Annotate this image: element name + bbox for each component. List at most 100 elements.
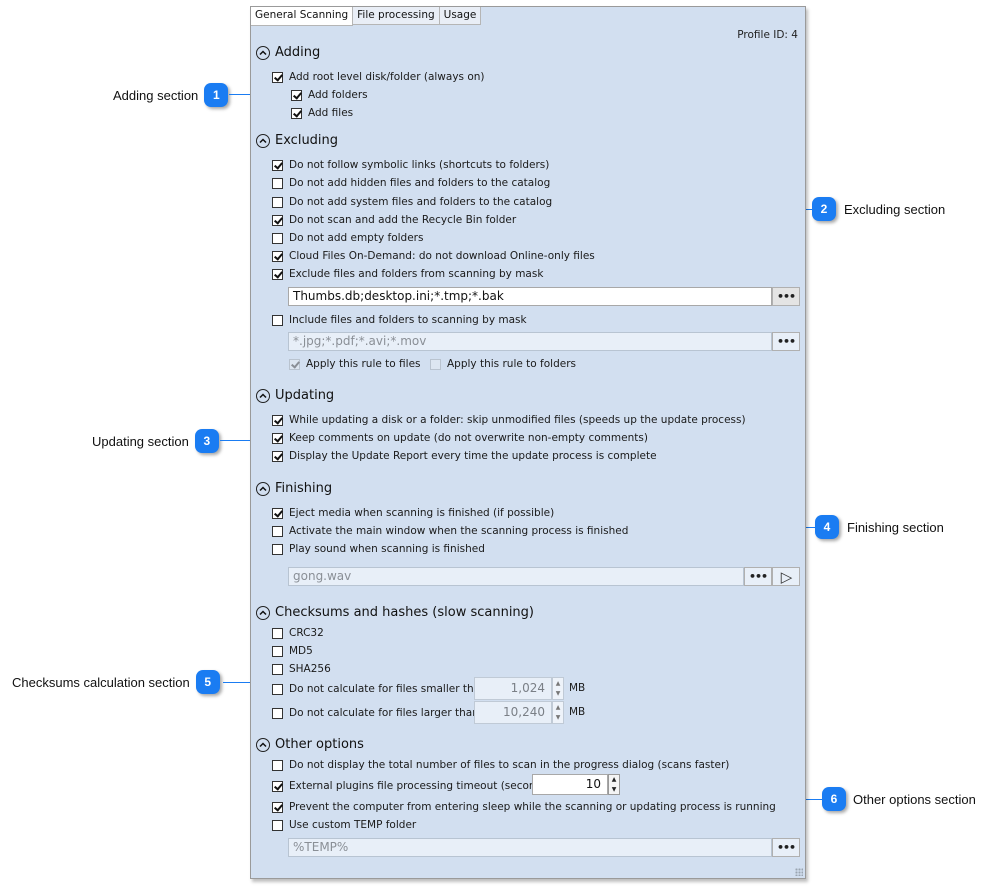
checkbox-no-recycle-bin[interactable]: Do not scan and add the Recycle Bin fold… — [272, 214, 516, 226]
section-adding-header[interactable]: Adding — [256, 45, 320, 60]
checkbox-icon[interactable] — [272, 414, 283, 426]
checkbox-icon[interactable] — [272, 759, 283, 771]
section-excluding-header[interactable]: Excluding — [256, 133, 338, 148]
checkbox-cloud-files[interactable]: Cloud Files On-Demand: do not download O… — [272, 250, 595, 262]
checkbox-smaller-than[interactable]: Do not calculate for files smaller than: — [272, 683, 490, 695]
checkbox-icon[interactable] — [272, 543, 283, 555]
checkbox-icon[interactable] — [272, 159, 283, 171]
sound-browse-button[interactable]: ••• — [744, 567, 772, 586]
timeout-spinner[interactable]: ▲ ▼ — [608, 774, 620, 795]
smaller-than-input[interactable]: 1,024 — [474, 677, 552, 700]
spin-up-icon[interactable]: ▲ — [553, 702, 563, 713]
checkbox-apply-folders[interactable]: Apply this rule to folders — [430, 358, 576, 370]
checkbox-icon[interactable] — [291, 89, 302, 101]
resize-grip-icon[interactable] — [795, 868, 803, 876]
checkbox-icon[interactable] — [272, 432, 283, 444]
checkbox-eject-media[interactable]: Eject media when scanning is finished (i… — [272, 507, 554, 519]
timeout-input[interactable]: 10 — [532, 774, 608, 795]
collapse-chevron-icon[interactable] — [256, 605, 270, 620]
play-sound-button[interactable]: ▷ — [772, 567, 800, 586]
checkbox-update-report[interactable]: Display the Update Report every time the… — [272, 450, 657, 462]
checkbox-no-hidden[interactable]: Do not add hidden files and folders to t… — [272, 177, 550, 189]
callout-badge: 1 — [204, 83, 229, 107]
checkbox-icon[interactable] — [272, 663, 283, 675]
checkbox-icon[interactable] — [272, 525, 283, 537]
collapse-chevron-icon[interactable] — [256, 737, 270, 752]
include-mask-input[interactable]: *.jpg;*.pdf;*.avi;*.mov — [288, 332, 772, 351]
spin-up-icon[interactable]: ▲ — [609, 775, 619, 785]
spin-down-icon[interactable]: ▼ — [553, 713, 563, 724]
checkbox-prevent-sleep[interactable]: Prevent the computer from entering sleep… — [272, 801, 776, 813]
tab-general-scanning[interactable]: General Scanning — [251, 7, 354, 26]
checkbox-icon[interactable] — [272, 214, 283, 226]
section-checksums-header[interactable]: Checksums and hashes (slow scanning) — [256, 605, 534, 620]
collapse-chevron-icon[interactable] — [256, 388, 270, 403]
checkbox-icon[interactable] — [272, 177, 283, 189]
checkbox-skip-unmodified[interactable]: While updating a disk or a folder: skip … — [272, 414, 746, 426]
checkbox-icon[interactable] — [272, 314, 283, 326]
section-updating-header[interactable]: Updating — [256, 388, 334, 403]
checkbox-custom-temp[interactable]: Use custom TEMP folder — [272, 819, 416, 831]
sound-file-input[interactable]: gong.wav — [288, 567, 744, 586]
checkbox-add-root[interactable]: Add root level disk/folder (always on) — [272, 71, 485, 83]
checkbox-play-sound[interactable]: Play sound when scanning is finished — [272, 543, 485, 555]
checkbox-icon[interactable] — [272, 707, 283, 719]
collapse-chevron-icon[interactable] — [256, 481, 270, 496]
checkbox-no-symlinks[interactable]: Do not follow symbolic links (shortcuts … — [272, 159, 549, 171]
spin-up-icon[interactable]: ▲ — [553, 678, 563, 689]
checkbox-include-mask[interactable]: Include files and folders to scanning by… — [272, 314, 527, 326]
checkbox-icon[interactable] — [291, 107, 302, 119]
checkbox-larger-than[interactable]: Do not calculate for files larger than: — [272, 707, 482, 719]
callout-updating: Updating section 3 — [92, 429, 219, 453]
checkbox-apply-files[interactable]: Apply this rule to files — [289, 358, 421, 370]
spin-down-icon[interactable]: ▼ — [609, 785, 619, 795]
checkbox-icon[interactable] — [272, 450, 283, 462]
exclude-mask-browse-button[interactable]: ••• — [772, 287, 800, 306]
checkbox-add-files[interactable]: Add files — [291, 107, 353, 119]
checkbox-icon[interactable] — [272, 507, 283, 519]
spin-down-icon[interactable]: ▼ — [553, 689, 563, 700]
callout-checksums: Checksums calculation section 5 — [12, 670, 220, 694]
checkbox-no-system[interactable]: Do not add system files and folders to t… — [272, 196, 552, 208]
checkbox-icon[interactable] — [272, 683, 283, 695]
checkbox-crc32[interactable]: CRC32 — [272, 627, 324, 639]
checkbox-no-total-count[interactable]: Do not display the total number of files… — [272, 759, 729, 771]
checkbox-icon[interactable] — [272, 268, 283, 280]
checkbox-icon[interactable] — [272, 232, 283, 244]
checkbox-md5[interactable]: MD5 — [272, 645, 313, 657]
collapse-chevron-icon[interactable] — [256, 45, 270, 60]
callout-badge: 5 — [195, 670, 220, 694]
checkbox-plugin-timeout[interactable]: External plugins file processing timeout… — [272, 780, 555, 792]
checkbox-activate-window[interactable]: Activate the main window when the scanni… — [272, 525, 628, 537]
checkbox-icon[interactable] — [430, 358, 441, 370]
checkbox-icon[interactable] — [272, 780, 283, 792]
checkbox-icon[interactable] — [272, 801, 283, 813]
callout-label: Excluding section — [844, 201, 946, 217]
checkbox-icon[interactable] — [272, 819, 283, 831]
larger-than-spinner[interactable]: ▲ ▼ — [552, 701, 564, 724]
section-finishing-header[interactable]: Finishing — [256, 481, 332, 496]
collapse-chevron-icon[interactable] — [256, 133, 270, 148]
checkbox-exclude-mask[interactable]: Exclude files and folders from scanning … — [272, 268, 543, 280]
tab-file-processing[interactable]: File processing — [353, 7, 440, 25]
exclude-mask-input[interactable]: Thumbs.db;desktop.ini;*.tmp;*.bak — [288, 287, 772, 306]
checkbox-keep-comments[interactable]: Keep comments on update (do not overwrit… — [272, 432, 648, 444]
checkbox-icon[interactable] — [272, 196, 283, 208]
larger-than-input[interactable]: 10,240 — [474, 701, 552, 724]
checkbox-no-empty-folders[interactable]: Do not add empty folders — [272, 232, 423, 244]
checkbox-add-folders[interactable]: Add folders — [291, 89, 368, 101]
checkbox-icon[interactable] — [272, 250, 283, 262]
section-title: Checksums and hashes (slow scanning) — [275, 605, 534, 620]
callout-line — [220, 440, 252, 441]
temp-folder-browse-button[interactable]: ••• — [772, 838, 800, 857]
section-other-header[interactable]: Other options — [256, 737, 364, 752]
checkbox-icon[interactable] — [289, 358, 300, 370]
checkbox-sha256[interactable]: SHA256 — [272, 663, 331, 675]
smaller-than-spinner[interactable]: ▲ ▼ — [552, 677, 564, 700]
checkbox-icon[interactable] — [272, 645, 283, 657]
include-mask-browse-button[interactable]: ••• — [772, 332, 800, 351]
checkbox-icon[interactable] — [272, 71, 283, 83]
tab-usage[interactable]: Usage — [439, 7, 482, 25]
checkbox-icon[interactable] — [272, 627, 283, 639]
temp-folder-input[interactable]: %TEMP% — [288, 838, 772, 857]
